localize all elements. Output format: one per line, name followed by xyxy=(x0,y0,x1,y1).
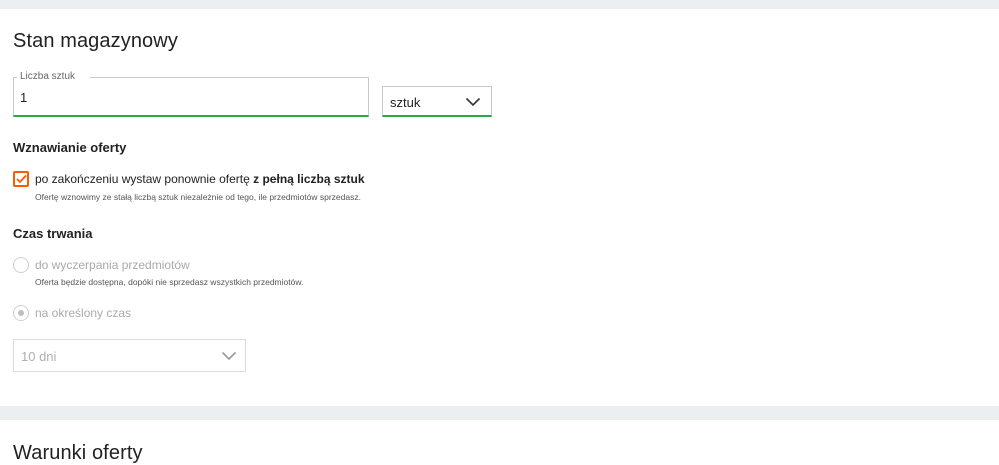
field-border xyxy=(13,77,17,78)
checkmark-icon xyxy=(16,174,27,184)
duration-option-until-sold-hint: Oferta będzie dostępna, dopóki nie sprze… xyxy=(35,277,304,287)
stock-section-title: Stan magazynowy xyxy=(13,30,178,52)
terms-section-title: Warunki oferty xyxy=(13,442,143,464)
unit-select-value: sztuk xyxy=(390,95,421,110)
renewal-checkbox[interactable] xyxy=(13,171,29,187)
renewal-label-text: po zakończeniu wystaw ponownie ofertę xyxy=(35,172,250,186)
quantity-input[interactable] xyxy=(20,87,350,107)
quantity-field[interactable]: Liczba sztuk xyxy=(13,71,369,117)
renewal-label-emphasis: z pełną liczbą sztuk xyxy=(253,172,365,186)
duration-option-fixed-time-label[interactable]: na określony czas xyxy=(35,306,131,320)
quantity-label: Liczba sztuk xyxy=(19,71,77,83)
duration-radio-fixed-time[interactable] xyxy=(13,305,29,321)
chevron-down-icon xyxy=(465,97,481,107)
field-border xyxy=(90,77,369,78)
duration-option-until-sold-label[interactable]: do wyczerpania przedmiotów xyxy=(35,258,190,272)
renewal-title: Wznawianie oferty xyxy=(13,140,127,155)
chevron-down-icon xyxy=(221,351,237,361)
renewal-hint: Ofertę wznowimy ze stałą liczbą sztuk ni… xyxy=(35,192,361,202)
radio-selected-dot xyxy=(18,310,24,316)
terms-section: Warunki oferty xyxy=(0,420,999,465)
renewal-option-label[interactable]: po zakończeniu wystaw ponownie ofertę z … xyxy=(35,172,365,186)
duration-select-value: 10 dni xyxy=(21,349,57,364)
duration-select[interactable]: 10 dni xyxy=(13,339,246,372)
stock-section: Stan magazynowy Liczba sztuk sztuk Wznaw… xyxy=(0,9,999,406)
unit-select[interactable]: sztuk xyxy=(382,86,492,117)
duration-radio-until-sold[interactable] xyxy=(13,257,29,273)
page-background-strip xyxy=(0,0,999,9)
duration-title: Czas trwania xyxy=(13,226,93,241)
